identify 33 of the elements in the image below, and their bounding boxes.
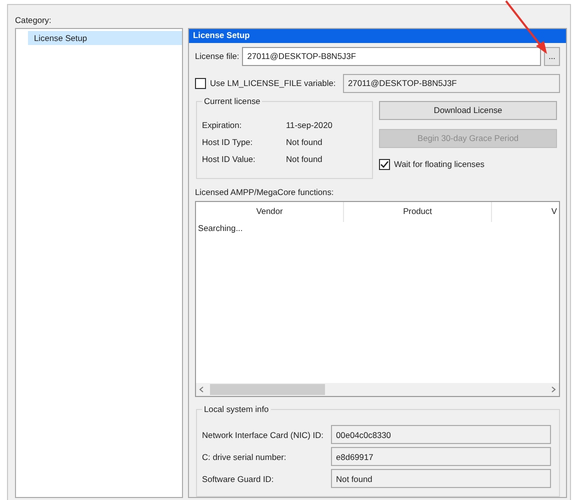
license-file-field[interactable]: 27011@DESKTOP-B8N5J3F xyxy=(242,47,541,66)
field-value: 11-sep-2020 xyxy=(286,120,332,130)
info-field: 00e04c0c8330 xyxy=(331,425,551,444)
checkbox-label: Use LM_LICENSE_FILE variable: xyxy=(210,78,336,89)
field-value: Not found xyxy=(286,137,322,148)
status-text: Searching... xyxy=(197,222,244,234)
group-label: Local system info xyxy=(202,404,271,414)
field-value: Not found xyxy=(286,154,322,164)
annotation-arrow xyxy=(504,0,550,55)
checkbox[interactable] xyxy=(195,78,206,89)
field-label: Host ID Type: xyxy=(202,137,254,148)
field-label: Expiration: xyxy=(202,120,243,130)
category-label: Category: xyxy=(15,15,52,27)
field-label: Software Guard ID: xyxy=(202,474,275,484)
info-field: e8d69917 xyxy=(331,447,551,466)
column-header[interactable]: Vendor xyxy=(196,202,344,222)
checkbox[interactable] xyxy=(379,159,390,170)
section-label: Licensed AMPP/MegaCore functions: xyxy=(195,187,335,198)
lm-variable-field[interactable]: 27011@DESKTOP-B8N5J3F xyxy=(343,74,560,93)
group-label: Current license xyxy=(202,96,262,106)
action-button[interactable]: Download License xyxy=(379,101,557,120)
column-header[interactable]: V xyxy=(492,202,559,222)
tree-item[interactable]: License Setup xyxy=(28,31,182,46)
info-field: Not found xyxy=(331,469,551,488)
field-label: Network Interface Card (NIC) ID: xyxy=(202,430,324,440)
browse-button[interactable]: ... xyxy=(544,47,560,66)
field-label: Host ID Value: xyxy=(202,154,256,164)
column-header[interactable]: Product xyxy=(344,202,492,222)
panel-title: License Setup xyxy=(189,29,566,43)
checkbox-label: Wait for floating licenses xyxy=(394,159,484,170)
horizontal-scrollbar[interactable] xyxy=(196,383,559,396)
field-label: C: drive serial number: xyxy=(202,452,288,462)
field-label: License file: xyxy=(195,51,240,62)
